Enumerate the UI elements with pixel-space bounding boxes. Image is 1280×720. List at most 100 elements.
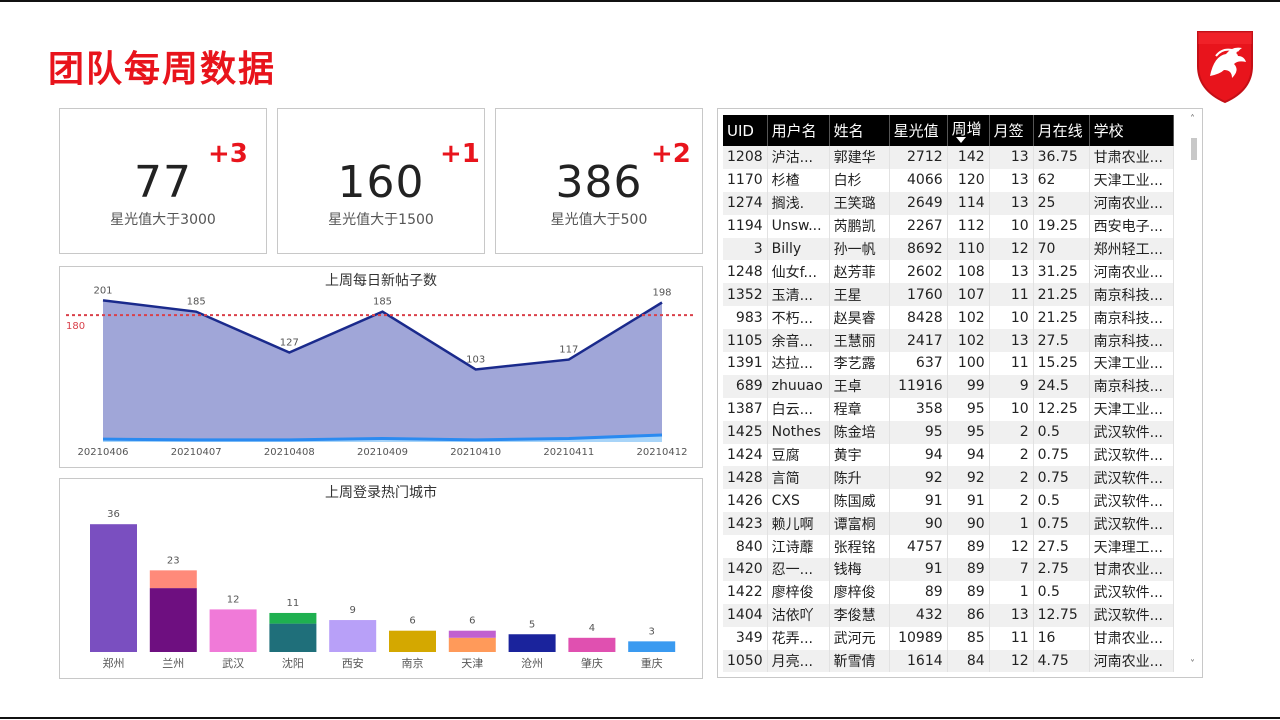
- column-header[interactable]: 月签: [989, 115, 1034, 146]
- table-cell: 36.75: [1033, 146, 1090, 169]
- table-cell: 91: [889, 558, 948, 581]
- column-header[interactable]: 周增: [947, 115, 990, 146]
- kpi-card-3000: 77 +3 星光值大于3000: [59, 108, 267, 254]
- table-cell: 武汉软件...: [1089, 489, 1174, 513]
- table-cell: 郑州轻工...: [1089, 237, 1174, 261]
- table-cell: 白云...: [767, 397, 830, 421]
- table-cell: 120: [947, 168, 990, 192]
- table-row[interactable]: 1428 言简 陈升 92 92 2 0.75 武汉软件...: [723, 466, 1174, 490]
- table-cell: 豆腐: [767, 443, 830, 467]
- table-row[interactable]: 689 zhuuao 王卓 11916 99 9 24.5 南京科技...: [723, 374, 1174, 398]
- scroll-thumb[interactable]: [1191, 138, 1197, 160]
- table-cell: 白杉: [829, 168, 890, 192]
- column-header[interactable]: UID: [723, 115, 768, 146]
- table-cell: 赵芳菲: [829, 260, 890, 284]
- table-cell: 1352: [723, 283, 768, 307]
- table-cell: 玉清...: [767, 283, 830, 307]
- table-row[interactable]: 1425 Nothes 陈金培 95 95 2 0.5 武汉软件...: [723, 420, 1174, 444]
- column-header[interactable]: 姓名: [829, 115, 890, 146]
- table-row[interactable]: 349 花弄... 武河元 10989 85 11 16 甘肃农业...: [723, 626, 1174, 650]
- bar: [568, 637, 616, 652]
- x-tick-label: 沧州: [521, 656, 543, 670]
- table-cell: 廖梓俊: [767, 580, 830, 604]
- table-cell: 2.75: [1033, 558, 1090, 581]
- table-row[interactable]: 1391 达拉... 李艺露 637 100 11 15.25 天津工业...: [723, 352, 1174, 375]
- column-header[interactable]: 用户名: [767, 115, 830, 146]
- table-cell: 16: [1033, 626, 1090, 650]
- table-row[interactable]: 1424 豆腐 黄宇 94 94 2 0.75 武汉软件...: [723, 443, 1174, 467]
- table-row[interactable]: 1423 赖儿啊 谭富桐 90 90 1 0.75 武汉软件...: [723, 512, 1174, 536]
- table-cell: 王星: [829, 283, 890, 307]
- column-header[interactable]: 星光值: [889, 115, 948, 146]
- table-row[interactable]: 1170 杉楂 白杉 4066 120 13 62 天津工业...: [723, 168, 1174, 192]
- table-cell: 86: [947, 603, 990, 627]
- table-cell: 358: [889, 397, 948, 421]
- bar: [448, 630, 496, 638]
- table-cell: 0.75: [1033, 512, 1090, 536]
- table-cell: 孙一帆: [829, 237, 890, 261]
- table-row[interactable]: 1050 月亮... 靳雪倩 1614 84 12 4.75 河南农业...: [723, 649, 1174, 673]
- table-cell: 4.75: [1033, 649, 1090, 673]
- kpi-label: 星光值大于3000: [110, 212, 216, 228]
- table-cell: 1404: [723, 603, 768, 627]
- table-row[interactable]: 1208 泸沽... 郭建华 2712 142 13 36.75 甘肃农业...: [723, 146, 1174, 169]
- x-tick-label: 20210410: [450, 447, 501, 458]
- table-cell: 21.25: [1033, 283, 1090, 307]
- table-cell: 王笑璐: [829, 191, 890, 215]
- table-cell: 谭富桐: [829, 512, 890, 536]
- table-row[interactable]: 1404 沽依吖 李俊慧 432 86 13 12.75 武汉软件...: [723, 603, 1174, 627]
- table-row[interactable]: 3 Billy 孙一帆 8692 110 12 70 郑州轻工...: [723, 237, 1174, 261]
- table-cell: 陈升: [829, 466, 890, 490]
- scroll-down-icon[interactable]: ˅: [1190, 659, 1195, 670]
- kpi-card-1500: 160 +1 星光值大于1500: [277, 108, 485, 254]
- table-row[interactable]: 983 不朽... 赵昊睿 8428 102 10 21.25 南京科技...: [723, 306, 1174, 330]
- dragon-shield-logo: [1197, 31, 1253, 104]
- table-cell: 13: [989, 168, 1034, 192]
- table-cell: 89: [947, 580, 990, 604]
- x-tick-label: 郑州: [103, 656, 125, 670]
- column-header[interactable]: 学校: [1089, 115, 1174, 146]
- data-label: 117: [559, 345, 578, 356]
- bar: [269, 623, 317, 652]
- kpi-delta: +2: [651, 139, 691, 169]
- table-cell: 武汉软件...: [1089, 603, 1174, 627]
- x-tick-label: 20210408: [264, 447, 315, 458]
- bar: [389, 630, 436, 652]
- table-cell: 武汉软件...: [1089, 512, 1174, 536]
- table-row[interactable]: 1105 余音... 王慧丽 2417 102 13 27.5 南京科技...: [723, 329, 1174, 353]
- table-cell: 110: [947, 237, 990, 261]
- table-cell: 95: [889, 420, 948, 444]
- table-cell: 河南农业...: [1089, 191, 1174, 215]
- table-row[interactable]: 1420 忍一... 钱梅 91 89 7 2.75 甘肃农业...: [723, 558, 1174, 581]
- table-cell: Nothes: [767, 420, 830, 444]
- table-row[interactable]: 1274 搁浅. 王笑璐 2649 114 13 25 河南农业...: [723, 191, 1174, 215]
- table-cell: 102: [947, 329, 990, 353]
- table-row[interactable]: 1194 Unsw... 芮鹏凯 2267 112 10 19.25 西安电子...: [723, 214, 1174, 238]
- table-cell: 10: [989, 306, 1034, 330]
- x-tick-label: 20210412: [637, 447, 688, 458]
- table-scrollbar[interactable]: ˄ ˅: [1188, 114, 1200, 670]
- table-cell: 李艺露: [829, 352, 890, 375]
- bar: [628, 641, 676, 652]
- table-cell: 天津工业...: [1089, 352, 1174, 375]
- bar: [448, 637, 496, 652]
- data-label: 3: [649, 626, 655, 637]
- table-row[interactable]: 1248 仙女f... 赵芳菲 2602 108 13 31.25 河南农业...: [723, 260, 1174, 284]
- table-cell: 10: [989, 397, 1034, 421]
- table-cell: 不朽...: [767, 306, 830, 330]
- table-cell: 11: [989, 283, 1034, 307]
- x-tick-label: 肇庆: [581, 656, 603, 670]
- scroll-up-icon[interactable]: ˄: [1190, 114, 1195, 125]
- table-row[interactable]: 1426 CXS 陈国威 91 91 2 0.5 武汉软件...: [723, 489, 1174, 513]
- table-cell: 甘肃农业...: [1089, 626, 1174, 650]
- table-header-row: UID 用户名 姓名 星光值 周增 月签 月在线 学校: [723, 115, 1174, 146]
- table-row[interactable]: 840 江诗蘼 张程铭 4757 89 12 27.5 天津理工...: [723, 535, 1174, 559]
- table-cell: 武汉软件...: [1089, 420, 1174, 444]
- column-header[interactable]: 月在线: [1033, 115, 1090, 146]
- table-row[interactable]: 1387 白云... 程章 358 95 10 12.25 天津工业...: [723, 397, 1174, 421]
- table-row[interactable]: 1352 玉清... 王星 1760 107 11 21.25 南京科技...: [723, 283, 1174, 307]
- table-cell: 天津理工...: [1089, 535, 1174, 559]
- table-cell: 689: [723, 374, 768, 398]
- table-cell: 108: [947, 260, 990, 284]
- table-row[interactable]: 1422 廖梓俊 廖梓俊 89 89 1 0.5 武汉软件...: [723, 580, 1174, 604]
